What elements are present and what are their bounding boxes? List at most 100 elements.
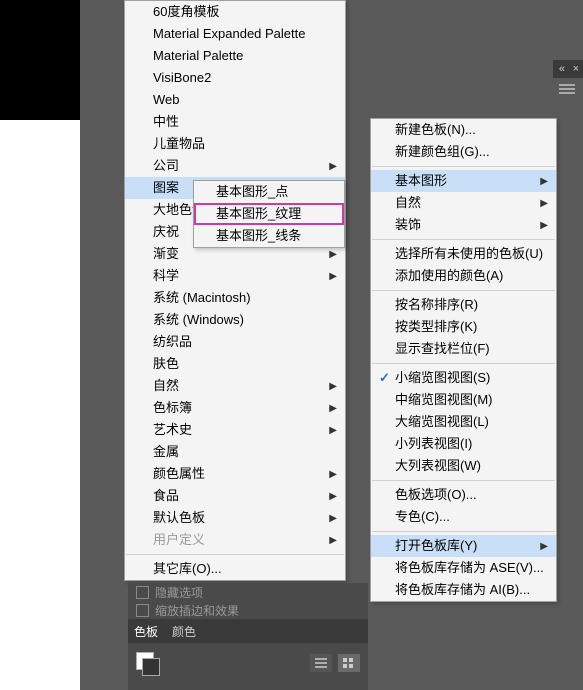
menu-item-label: VisiBone2 [153,70,211,85]
menu-item[interactable]: 默认色板 ▶ [125,507,345,529]
check-icon: ✓ [379,369,390,387]
menu-item-label: 大列表视图(W) [395,458,481,473]
menu-item[interactable]: 60度角模板 [125,1,345,23]
menu-item-label: 显示查找栏位(F) [395,341,490,356]
menu-item[interactable]: 中性 [125,111,345,133]
menu-item-label: 食品 [153,488,179,503]
menu-item[interactable]: 系统 (Macintosh) [125,287,345,309]
menu-item-sort-name[interactable]: 按名称排序(R) [371,294,556,316]
menu-item-label: 肤色 [153,356,179,371]
menu-item[interactable]: Web [125,89,345,111]
menu-item-select-unused[interactable]: 选择所有未使用的色板(U) [371,243,556,265]
panel-tabs: 色板 颜色 [128,619,368,643]
menu-separator [372,531,555,532]
menu-item-label: 中性 [153,114,179,129]
menu-item-label: 图案 [153,180,179,195]
menu-item-label: 基本图形_纹理 [216,206,301,221]
menu-item-save-ase[interactable]: 将色板库存储为 ASE(V)... [371,557,556,579]
menu-item-medium-thumbnail[interactable]: 中缩览图视图(M) [371,389,556,411]
menu-item-label: 儿童物品 [153,136,205,151]
panel-menu-icon[interactable] [559,82,575,94]
menu-item-spot-colors[interactable]: 专色(C)... [371,506,556,528]
submenu-arrow-icon: ▶ [540,173,548,191]
submenu-item[interactable]: 基本图形_线条 [194,225,344,247]
submenu-item-basic-texture[interactable]: 基本图形_纹理 [194,203,344,225]
menu-item-add-used-colors[interactable]: 添加使用的颜色(A) [371,265,556,287]
menu-item[interactable]: Material Palette [125,45,345,67]
menu-item-label: 金属 [153,444,179,459]
submenu-arrow-icon: ▶ [329,510,337,528]
submenu-item[interactable]: 基本图形_点 [194,181,344,203]
menu-item[interactable]: 颜色属性 ▶ [125,463,345,485]
menu-item-label: 渐变 [153,246,179,261]
menu-item-open-swatch-library[interactable]: 打开色板库(Y)▶ [371,535,556,557]
menu-item-save-ai[interactable]: 将色板库存储为 AI(B)... [371,579,556,601]
menu-item-user-defined: 用户定义▶ [125,529,345,551]
menu-item[interactable]: 金属 [125,441,345,463]
submenu-arrow-icon: ▶ [329,378,337,396]
menu-item-sort-kind[interactable]: 按类型排序(K) [371,316,556,338]
menu-item-label: 选择所有未使用的色板(U) [395,246,543,261]
menu-item[interactable]: VisiBone2 [125,67,345,89]
menu-item-small-thumbnail[interactable]: ✓ 小缩览图视图(S) [371,367,556,389]
menu-item[interactable]: 儿童物品 [125,133,345,155]
checkbox-row[interactable]: 缩放插边和效果 [128,601,368,619]
tab-swatches[interactable]: 色板 [134,623,158,640]
submenu-arrow-icon: ▶ [329,466,337,484]
menu-item-large-list[interactable]: 大列表视图(W) [371,455,556,477]
menu-item-label: 小缩览图视图(S) [395,370,490,385]
menu-item-small-list[interactable]: 小列表视图(I) [371,433,556,455]
stroke-swatch-icon [142,658,160,676]
tab-color[interactable]: 颜色 [172,623,196,640]
submenu-arrow-icon: ▶ [329,422,337,440]
menu-item-new-swatch[interactable]: 新建色板(N)... [371,119,556,141]
submenu-arrow-icon: ▶ [329,488,337,506]
submenu-arrow-icon: ▶ [329,158,337,176]
menu-item[interactable]: 色标簿▶ [125,397,345,419]
submenu-arrow-icon: ▶ [540,195,548,213]
menu-item[interactable]: 自然▶ [125,375,345,397]
swatches-panel: 隐藏选项 缩放插边和效果 色板 颜色 [128,583,368,690]
menu-item-other-library[interactable]: 其它库(O)... [125,558,345,580]
menu-item-label: 将色板库存储为 ASE(V)... [395,560,544,575]
menu-item-new-color-group[interactable]: 新建颜色组(G)... [371,141,556,163]
swatch-library-menu: 60度角模板 Material Expanded Palette Materia… [124,0,346,581]
menu-item-basic-graphics[interactable]: 基本图形▶ [371,170,556,192]
checkbox-label: 缩放插边和效果 [155,602,239,619]
panel-double-chevron-icon: « [559,60,565,78]
list-view-button[interactable] [310,654,332,672]
menu-item-label: 默认色板 [153,510,205,525]
menu-item[interactable]: Material Expanded Palette [125,23,345,45]
menu-item-label: 颜色属性 [153,466,205,481]
checkbox-row[interactable]: 隐藏选项 [128,583,368,601]
menu-item-nature[interactable]: 自然▶ [371,192,556,214]
menu-item[interactable]: 艺术史 ▶ [125,419,345,441]
menu-item-swatch-options[interactable]: 色板选项(O)... [371,484,556,506]
menu-item-label: 艺术史 [153,422,192,437]
menu-item-label: 专色(C)... [395,509,450,524]
menu-item[interactable]: 食品 ▶ [125,485,345,507]
fill-stroke-swatch[interactable] [136,652,158,674]
menu-item[interactable]: 肤色 [125,353,345,375]
menu-item[interactable]: 系统 (Windows) [125,309,345,331]
patterns-submenu: 基本图形_点 基本图形_纹理 基本图形_线条 [193,180,345,248]
menu-item-large-thumbnail[interactable]: 大缩览图视图(L) [371,411,556,433]
menu-separator [372,363,555,364]
menu-item[interactable]: 科学▶ [125,265,345,287]
panel-collapse-handle[interactable]: « × [553,60,583,78]
menu-item-label: 基本图形_点 [216,184,288,199]
menu-separator [372,290,555,291]
submenu-arrow-icon: ▶ [329,532,337,550]
menu-item-label: 中缩览图视图(M) [395,392,493,407]
menu-item-show-find[interactable]: 显示查找栏位(F) [371,338,556,360]
checkbox-label: 隐藏选项 [155,584,203,601]
menu-item-label: 公司 [153,158,179,173]
menu-item-label: 按名称排序(R) [395,297,478,312]
menu-item-label: 纺织品 [153,334,192,349]
thumbnail-view-button[interactable] [338,654,360,672]
submenu-arrow-icon: ▶ [329,268,337,286]
menu-item[interactable]: 纺织品 [125,331,345,353]
menu-item-decorative[interactable]: 装饰▶ [371,214,556,236]
menu-item-label: Material Expanded Palette [153,26,305,41]
menu-item[interactable]: 公司 ▶ [125,155,345,177]
